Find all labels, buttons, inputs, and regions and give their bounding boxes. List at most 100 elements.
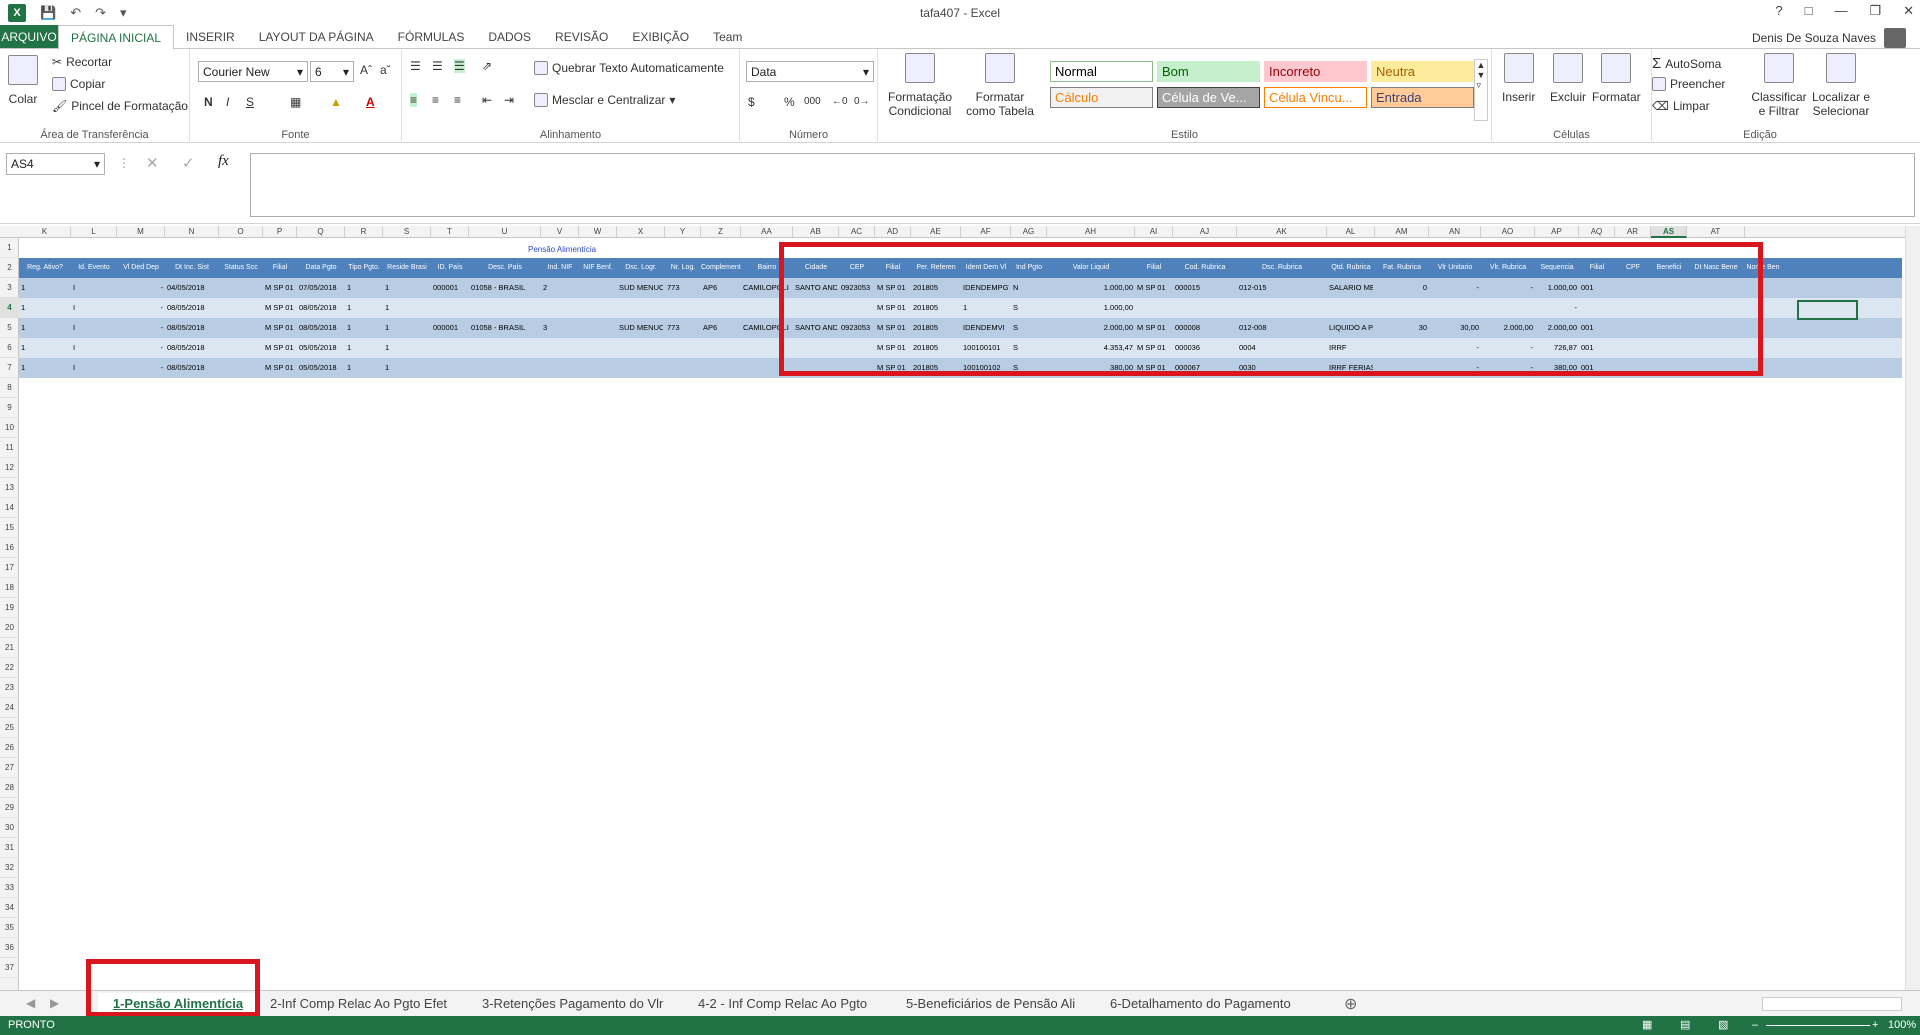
table-header-cell[interactable]: Desc. País	[469, 258, 541, 278]
table-cell[interactable]: -	[119, 298, 164, 318]
table-cell[interactable]: 1	[385, 318, 429, 338]
row-header[interactable]: 3	[0, 278, 19, 298]
column-header[interactable]: U	[469, 226, 541, 238]
next-sheet-icon[interactable]: ▶	[50, 996, 59, 1010]
row-header[interactable]: 32	[0, 858, 19, 878]
row-header[interactable]: 37	[0, 958, 19, 978]
cell-style-1[interactable]: Bom	[1157, 61, 1260, 82]
row-header[interactable]: 27	[0, 758, 19, 778]
gallery-scroll-icon[interactable]: ▲ ▼ ▿	[1474, 59, 1488, 121]
table-cell[interactable]: 000001	[433, 278, 467, 298]
row-header[interactable]: 34	[0, 898, 19, 918]
tab-insert[interactable]: INSERIR	[174, 25, 247, 49]
column-header[interactable]: AI	[1135, 226, 1173, 238]
row-header[interactable]: 29	[0, 798, 19, 818]
column-header[interactable]: AL	[1327, 226, 1375, 238]
align-center-icon[interactable]: ≡	[432, 93, 439, 107]
zoom-out-icon[interactable]: –	[1752, 1016, 1758, 1035]
cell-style-0[interactable]: Normal	[1050, 61, 1153, 82]
sheet-tab-5[interactable]: 5-Beneficiários de Pensão Ali	[906, 993, 1075, 1015]
table-cell[interactable]: 08/05/2018	[167, 298, 217, 318]
table-cell[interactable]: SUD MENUC	[619, 278, 663, 298]
page-break-icon[interactable]: ▧	[1718, 1016, 1728, 1035]
currency-icon[interactable]: $	[748, 95, 755, 109]
row-header[interactable]: 17	[0, 558, 19, 578]
table-cell[interactable]	[471, 358, 539, 378]
prev-sheet-icon[interactable]: ◀	[26, 996, 35, 1010]
table-cell[interactable]	[703, 338, 739, 358]
table-cell[interactable]: 000001	[433, 318, 467, 338]
table-cell[interactable]	[221, 318, 261, 338]
table-cell[interactable]: 01058 - BRASIL	[471, 318, 539, 338]
table-cell[interactable]: M SP 01	[265, 338, 295, 358]
column-header[interactable]: AG	[1011, 226, 1047, 238]
column-header[interactable]: AH	[1047, 226, 1135, 238]
worksheet-grid[interactable]: K L M N O P Q R S T U V W X Y Z AA AB AC AD AE AF AG AH AI AJ AK AL…	[0, 226, 1920, 990]
tab-review[interactable]: REVISÃO	[543, 25, 620, 49]
column-header[interactable]: AE	[911, 226, 961, 238]
thousands-button[interactable]: 000	[804, 96, 821, 107]
table-header-cell[interactable]: Vl Ded Dep	[117, 258, 165, 278]
table-cell[interactable]: 3	[543, 318, 577, 338]
column-header[interactable]: O	[219, 226, 263, 238]
table-cell[interactable]: 1	[347, 358, 381, 378]
align-right-icon[interactable]: ≡	[454, 93, 461, 107]
name-box[interactable]: AS4 ▾	[6, 153, 105, 175]
table-header-cell[interactable]: Filial	[263, 258, 297, 278]
table-cell[interactable]: 04/05/2018	[167, 278, 217, 298]
column-header[interactable]: Q	[297, 226, 345, 238]
table-cell[interactable]: I	[73, 318, 115, 338]
table-cell[interactable]: I	[73, 338, 115, 358]
row-header[interactable]: 22	[0, 658, 19, 678]
delete-cells-button[interactable]: Excluir	[1550, 53, 1586, 104]
cancel-icon[interactable]: ✕	[146, 154, 159, 172]
table-cell[interactable]: 1	[21, 278, 69, 298]
table-cell[interactable]: 1	[347, 338, 381, 358]
sort-filter-button[interactable]: Classificar e Filtrar	[1748, 53, 1810, 118]
table-cell[interactable]	[543, 338, 577, 358]
table-cell[interactable]: 08/05/2018	[299, 298, 343, 318]
row-header[interactable]: 28	[0, 778, 19, 798]
row-header[interactable]: 30	[0, 818, 19, 838]
column-header[interactable]: Y	[665, 226, 701, 238]
autosum-button[interactable]: Σ AutoSoma	[1652, 55, 1721, 72]
table-cell[interactable]	[619, 298, 663, 318]
row-header[interactable]: 15	[0, 518, 19, 538]
insert-function-icon[interactable]: fx	[218, 153, 229, 170]
table-cell[interactable]	[221, 358, 261, 378]
table-header-cell[interactable]: Nr. Log.	[665, 258, 701, 278]
align-middle-icon[interactable]: ☰	[432, 59, 443, 73]
tab-data[interactable]: DADOS	[476, 25, 543, 49]
table-cell[interactable]	[221, 278, 261, 298]
table-header-cell[interactable]: Reg. Ativo?	[19, 258, 71, 278]
table-cell[interactable]: M SP 01	[265, 318, 295, 338]
column-header[interactable]: AD	[875, 226, 911, 238]
save-icon[interactable]: 💾	[40, 5, 56, 21]
table-cell[interactable]	[471, 298, 539, 318]
table-cell[interactable]: 01058 - BRASIL	[471, 278, 539, 298]
table-header-cell[interactable]: Data Pgto	[297, 258, 345, 278]
number-format-select[interactable]: Data ▾	[746, 61, 874, 82]
tab-file[interactable]: ARQUIVO	[0, 25, 58, 49]
table-cell[interactable]: 773	[667, 318, 699, 338]
row-header[interactable]: 35	[0, 918, 19, 938]
cell-style-3[interactable]: Neutra	[1371, 61, 1474, 82]
column-header[interactable]: AS	[1651, 226, 1687, 238]
ribbon-display-icon[interactable]: □	[1805, 3, 1813, 19]
table-cell[interactable]: -	[119, 338, 164, 358]
formula-input[interactable]	[250, 153, 1915, 217]
table-cell[interactable]: 08/05/2018	[167, 318, 217, 338]
table-cell[interactable]: 773	[667, 278, 699, 298]
table-header-cell[interactable]: Reside Brasi	[383, 258, 431, 278]
table-cell[interactable]: 08/05/2018	[167, 338, 217, 358]
sheet-tab-6[interactable]: 6-Detalhamento do Pagamento	[1110, 993, 1291, 1015]
user-account[interactable]: Denis De Souza Naves	[1752, 28, 1906, 48]
column-header[interactable]: T	[431, 226, 469, 238]
fill-color-icon[interactable]: ▲	[330, 95, 342, 109]
help-icon[interactable]: ?	[1775, 3, 1782, 19]
tab-view[interactable]: EXIBIÇÃO	[620, 25, 701, 49]
column-header[interactable]: AB	[793, 226, 839, 238]
table-cell[interactable]: -	[119, 278, 164, 298]
table-cell[interactable]: 1	[385, 278, 429, 298]
column-header[interactable]: AC	[839, 226, 875, 238]
